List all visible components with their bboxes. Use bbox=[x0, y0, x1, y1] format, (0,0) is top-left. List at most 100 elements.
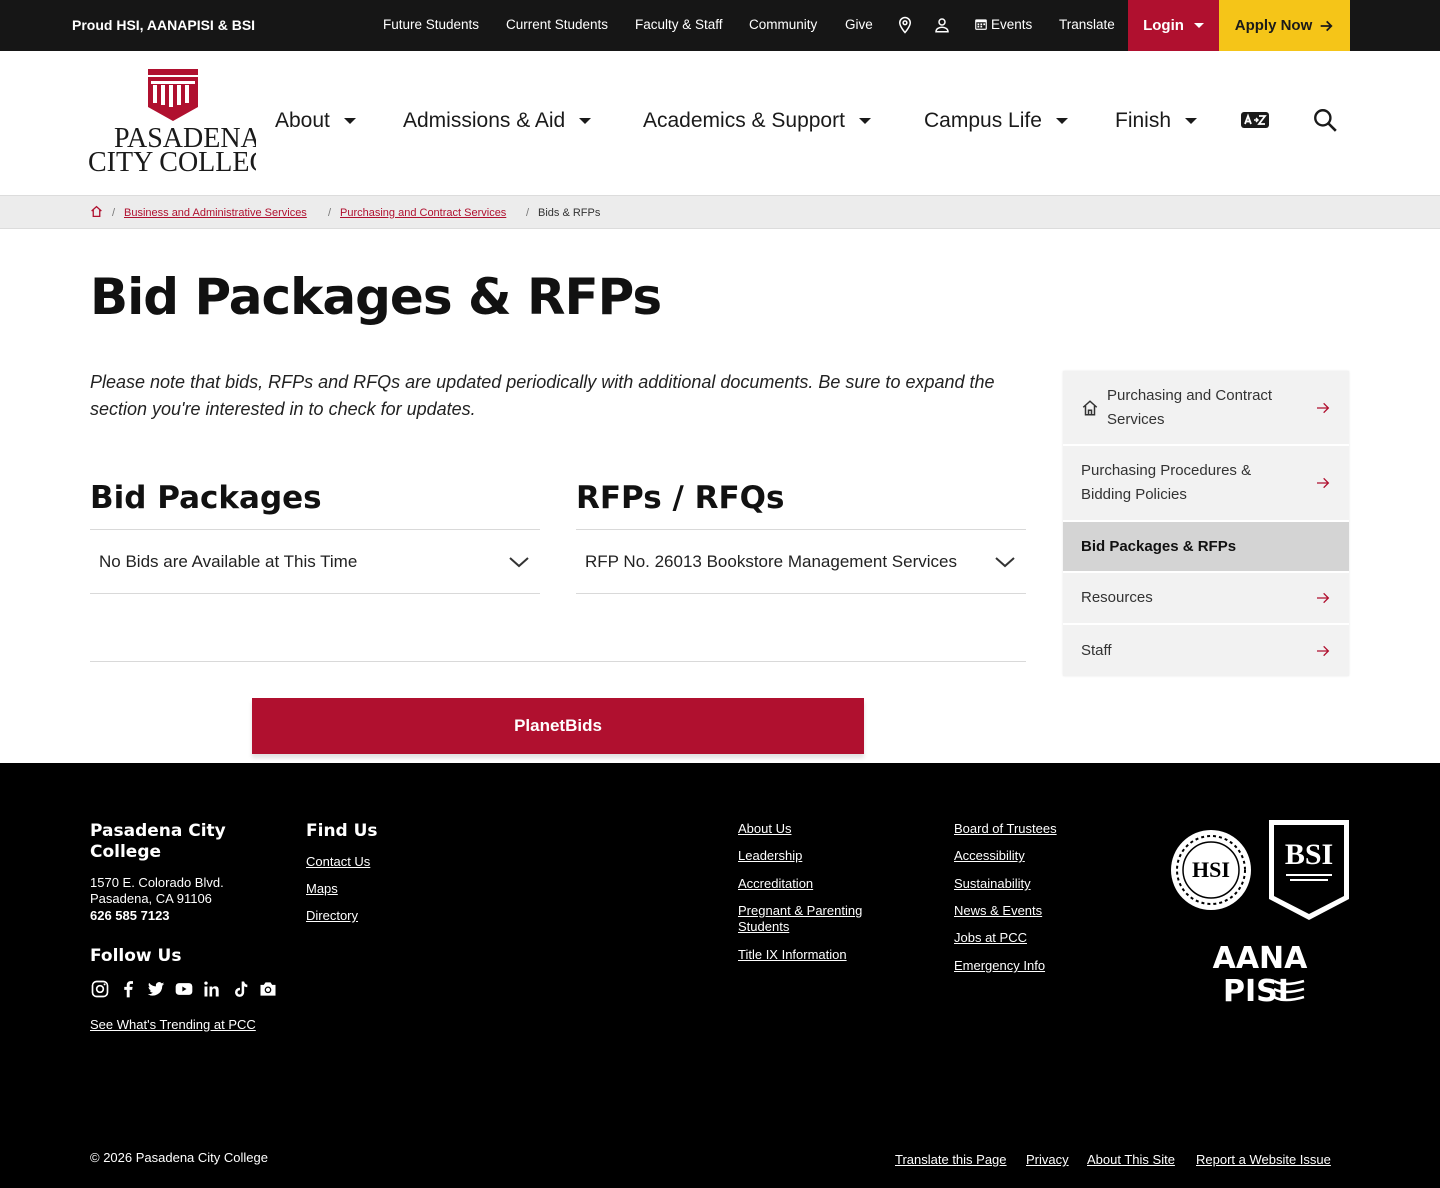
camera-icon[interactable] bbox=[258, 979, 278, 999]
nav-about[interactable]: About bbox=[275, 109, 356, 133]
news-events-link[interactable]: News & Events bbox=[954, 903, 1042, 919]
footer-college-name: Pasadena City College bbox=[90, 821, 226, 862]
accordion-label: RFP No. 26013 Bookstore Management Servi… bbox=[585, 551, 957, 571]
home-icon[interactable] bbox=[90, 205, 103, 218]
chevron-down-icon bbox=[1185, 118, 1198, 124]
arrow-right-icon bbox=[1317, 402, 1330, 413]
nav-campus-life[interactable]: Campus Life bbox=[924, 109, 1068, 133]
update-note: Please note that bids, RFPs and RFQs are… bbox=[90, 372, 995, 419]
pcc-logo[interactable]: PASADENA CITY COLLEGE bbox=[88, 67, 256, 179]
user-icon[interactable] bbox=[933, 16, 951, 34]
instagram-icon[interactable] bbox=[90, 979, 110, 999]
hsi-text: HSI bbox=[1192, 857, 1230, 882]
current-students-link[interactable]: Current Students bbox=[506, 17, 608, 32]
nav-label: About bbox=[275, 109, 330, 132]
chevron-down-icon bbox=[995, 556, 1015, 567]
breadcrumb-purchasing[interactable]: Purchasing and Contract Services bbox=[340, 207, 506, 219]
aana-text: AANA bbox=[1213, 941, 1309, 976]
nav-admissions[interactable]: Admissions & Aid bbox=[403, 109, 592, 133]
home-icon bbox=[1082, 399, 1098, 415]
nav-label: Admissions & Aid bbox=[403, 109, 566, 132]
location-pin-icon[interactable] bbox=[896, 16, 914, 34]
breadcrumb: / Business and Administrative Services /… bbox=[0, 195, 1440, 229]
translate-link[interactable]: Translate bbox=[1059, 17, 1115, 32]
title-ix-link[interactable]: Title IX Information bbox=[738, 947, 847, 963]
apply-now-button[interactable]: Apply Now bbox=[1219, 0, 1350, 51]
chevron-down-icon bbox=[579, 118, 592, 124]
board-of-trustees-link[interactable]: Board of Trustees bbox=[954, 821, 1057, 837]
bsi-text: BSI bbox=[1285, 838, 1333, 871]
calendar-icon bbox=[975, 19, 987, 30]
future-students-link[interactable]: Future Students bbox=[383, 17, 479, 32]
sustainability-link[interactable]: Sustainability bbox=[954, 876, 1031, 892]
login-button[interactable]: Login bbox=[1128, 0, 1219, 51]
community-link[interactable]: Community bbox=[749, 17, 817, 32]
sidebar-item-resources[interactable]: Resources bbox=[1063, 573, 1349, 625]
sidebar-item-label: Staff bbox=[1081, 641, 1112, 659]
trending-link[interactable]: See What's Trending at PCC bbox=[90, 1017, 256, 1033]
facebook-icon[interactable] bbox=[118, 979, 138, 999]
accordion-label: No Bids are Available at This Time bbox=[99, 551, 358, 571]
nav-label: Campus Life bbox=[924, 109, 1042, 132]
report-issue-link[interactable]: Report a Website Issue bbox=[1196, 1152, 1331, 1168]
translate-page-link[interactable]: Translate this Page bbox=[895, 1152, 1007, 1168]
arrow-right-icon bbox=[1317, 477, 1330, 489]
bid-accordion[interactable]: No Bids are Available at This Time bbox=[90, 529, 540, 594]
sidebar-item-purchasing[interactable]: Purchasing and Contract Services bbox=[1063, 371, 1349, 446]
sidebar-item-staff[interactable]: Staff bbox=[1063, 625, 1349, 676]
pregnant-parenting-link[interactable]: Pregnant & Parenting Students bbox=[738, 903, 878, 935]
footer-phone: 626 585 7123 bbox=[90, 908, 170, 923]
sidebar-item-procedures[interactable]: Purchasing Procedures & Bidding Policies bbox=[1063, 446, 1349, 522]
leadership-link[interactable]: Leadership bbox=[738, 848, 802, 864]
about-us-link[interactable]: About Us bbox=[738, 821, 791, 837]
jobs-link[interactable]: Jobs at PCC bbox=[954, 930, 1027, 946]
events-link[interactable]: Events bbox=[991, 17, 1032, 32]
logo-line2: CITY COLLEGE bbox=[88, 147, 256, 178]
breadcrumb-current: Bids & RFPs bbox=[538, 207, 601, 219]
arrow-right-icon bbox=[1317, 645, 1330, 656]
a-z-index-icon[interactable] bbox=[1240, 111, 1270, 129]
nav-label: Academics & Support bbox=[643, 109, 845, 132]
follow-us-heading: Follow Us bbox=[90, 946, 182, 966]
rfp-heading: RFPs / RFQs bbox=[576, 480, 785, 516]
social-links bbox=[90, 979, 278, 999]
accessibility-link[interactable]: Accessibility bbox=[954, 848, 1025, 864]
tiktok-icon[interactable] bbox=[230, 979, 250, 999]
arrow-right-icon bbox=[1320, 20, 1333, 31]
apply-label: Apply Now bbox=[1234, 17, 1313, 34]
breadcrumb-business-services[interactable]: Business and Administrative Services bbox=[124, 207, 307, 219]
footer-address-line2: Pasadena, CA 91106 bbox=[90, 891, 212, 906]
chevron-down-icon bbox=[509, 556, 529, 567]
accreditation-link[interactable]: Accreditation bbox=[738, 876, 813, 892]
emergency-info-link[interactable]: Emergency Info bbox=[954, 958, 1045, 974]
maps-link[interactable]: Maps bbox=[306, 881, 338, 897]
directory-link[interactable]: Directory bbox=[306, 908, 358, 924]
linkedin-icon[interactable] bbox=[202, 979, 222, 999]
privacy-link[interactable]: Privacy bbox=[1026, 1152, 1069, 1168]
sidebar-item-label: Resources bbox=[1081, 589, 1153, 606]
chevron-down-icon bbox=[1055, 118, 1068, 124]
faculty-staff-link[interactable]: Faculty & Staff bbox=[635, 17, 723, 32]
sidebar-item-label: Purchasing Procedures & Bidding Policies bbox=[1081, 462, 1252, 503]
bsi-badge: BSI bbox=[1269, 820, 1349, 920]
about-site-link[interactable]: About This Site bbox=[1087, 1152, 1175, 1168]
nav-academics[interactable]: Academics & Support bbox=[643, 109, 871, 133]
utility-bar: Proud HSI, AANAPISI & BSI Future Student… bbox=[0, 0, 1440, 51]
rfp-accordion[interactable]: RFP No. 26013 Bookstore Management Servi… bbox=[576, 529, 1026, 594]
chevron-down-icon bbox=[1193, 23, 1204, 28]
sidebar-item-bid-packages[interactable]: Bid Packages & RFPs bbox=[1063, 522, 1349, 573]
twitter-icon[interactable] bbox=[146, 979, 166, 999]
hsi-badge: HSI bbox=[1171, 830, 1251, 910]
search-icon[interactable] bbox=[1312, 107, 1338, 133]
login-label: Login bbox=[1143, 17, 1184, 34]
site-footer: Pasadena City College 1570 E. Colorado B… bbox=[0, 763, 1440, 1188]
contact-us-link[interactable]: Contact Us bbox=[306, 854, 370, 870]
aanapisi-badge: AANA PISI bbox=[1213, 941, 1309, 1003]
give-link[interactable]: Give bbox=[845, 17, 873, 32]
youtube-icon[interactable] bbox=[174, 979, 194, 999]
nav-finish[interactable]: Finish bbox=[1115, 109, 1198, 133]
footer-address-line1: 1570 E. Colorado Blvd. bbox=[90, 875, 224, 890]
planetbids-button[interactable]: PlanetBids bbox=[252, 698, 864, 754]
nav-label: Finish bbox=[1115, 109, 1172, 132]
divider bbox=[90, 661, 1026, 662]
